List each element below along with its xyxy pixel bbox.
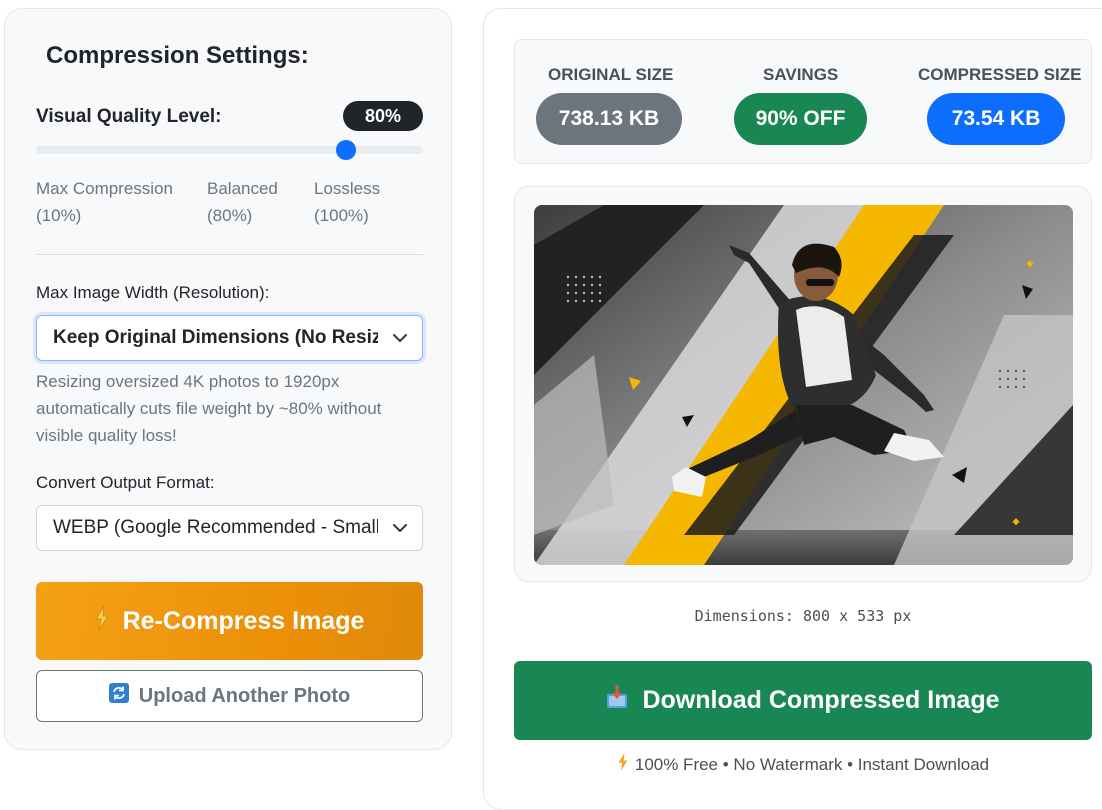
re-compress-button[interactable]: Re-Compress Image — [36, 582, 423, 660]
upload-another-label: Upload Another Photo — [138, 684, 351, 707]
resize-help-text: Resizing oversized 4K photos to 1920px a… — [36, 372, 382, 445]
upload-another-photo-button[interactable]: Upload Another Photo — [36, 670, 423, 722]
compressed-size-label: COMPRESSED SIZE — [918, 65, 1082, 84]
download-icon — [606, 685, 628, 716]
slider-label-name: Balanced — [207, 179, 278, 198]
slider-label-value: (100%) — [314, 206, 369, 225]
max-width-selected-value: Keep Original Dimensions (No Resize) — [53, 327, 378, 348]
settings-title: Compression Settings: — [46, 42, 309, 69]
slider-label-lossless: Lossless (100%) — [314, 175, 380, 229]
re-compress-label: Re-Compress Image — [122, 606, 365, 635]
slider-label-value: (80%) — [207, 206, 253, 225]
footer-note: 100% Free • No Watermark • Instant Downl… — [514, 753, 1092, 776]
slider-label-balanced: Balanced (80%) — [207, 175, 278, 229]
quality-label: Visual Quality Level: — [36, 106, 222, 127]
original-size-badge: 738.13 KB — [536, 93, 682, 145]
max-width-select[interactable]: Keep Original Dimensions (No Resize) — [36, 315, 423, 361]
output-format-select[interactable]: WEBP (Google Recommended - Smallest) — [36, 505, 423, 551]
section-divider — [36, 254, 423, 255]
download-label: Download Compressed Image — [642, 686, 1000, 714]
refresh-icon — [108, 683, 129, 709]
footer-note-text: 100% Free • No Watermark • Instant Downl… — [634, 754, 990, 774]
size-stats-card: ORIGINAL SIZE 738.13 KB SAVINGS 90% OFF … — [514, 39, 1092, 164]
quality-slider[interactable] — [36, 140, 423, 160]
output-format-label: Convert Output Format: — [36, 473, 215, 492]
output-format-selected-value: WEBP (Google Recommended - Smallest) — [53, 517, 378, 538]
download-compressed-button[interactable]: Download Compressed Image — [514, 661, 1092, 740]
chevron-down-icon — [378, 333, 422, 343]
max-width-label: Max Image Width (Resolution): — [36, 283, 270, 302]
compressed-size-badge: 73.54 KB — [927, 93, 1065, 145]
image-dimensions: Dimensions: 800 x 533 px — [694, 607, 912, 625]
compression-settings-panel: Compression Settings: Visual Quality Lev… — [4, 8, 452, 750]
slider-label-name: Max Compression — [36, 179, 173, 198]
slider-label-name: Lossless — [314, 179, 381, 198]
compressed-preview-image — [534, 205, 1073, 565]
lightning-icon — [94, 605, 109, 637]
quality-value-badge: 80% — [343, 101, 423, 131]
slider-label-value: (10%) — [36, 206, 82, 225]
chevron-down-icon — [378, 523, 422, 533]
preview-card — [514, 186, 1092, 582]
savings-label: SAVINGS — [763, 65, 839, 84]
savings-badge: 90% OFF — [734, 93, 867, 145]
quality-slider-thumb[interactable] — [335, 140, 356, 160]
slider-label-max-compression: Max Compression (10%) — [36, 175, 173, 229]
original-size-label: ORIGINAL SIZE — [548, 65, 674, 84]
lightning-icon — [617, 753, 629, 776]
